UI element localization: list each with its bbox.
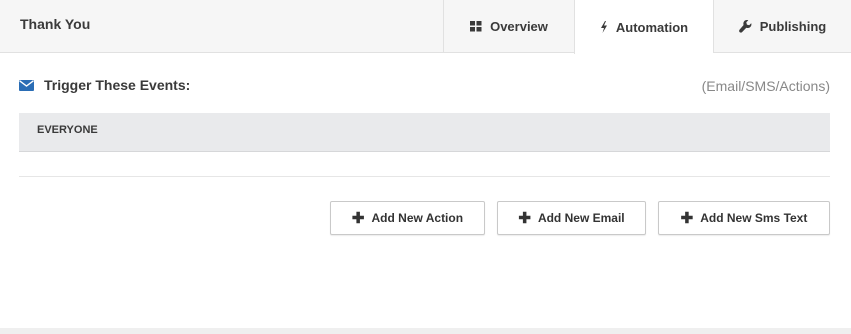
plus-icon: ✚: [680, 209, 694, 227]
envelope-icon: [19, 79, 34, 91]
add-new-action-label: Add New Action: [371, 211, 464, 225]
tab-automation-label: Automation: [615, 19, 689, 35]
trigger-events-header: Trigger These Events: (Email/SMS/Actions…: [19, 77, 830, 97]
bottom-strip: [0, 328, 851, 334]
grid-icon: [470, 21, 482, 32]
plus-icon: ✚: [518, 209, 531, 227]
wrench-icon: [738, 20, 752, 33]
add-new-email-button[interactable]: ✚ Add New Email: [497, 201, 646, 235]
bolt-icon: [600, 21, 608, 33]
page-title: Thank You: [20, 16, 91, 32]
tab-overview-label: Overview: [490, 19, 548, 34]
audience-group-label: EVERYONE: [37, 124, 98, 136]
top-bar: Thank You Overview Automation Publishing: [0, 0, 851, 54]
tab-publishing[interactable]: Publishing: [713, 0, 851, 53]
audience-group-header: EVERYONE: [19, 113, 830, 152]
plus-icon: ✚: [351, 209, 365, 227]
section-title: Trigger These Events:: [19, 77, 190, 93]
add-new-action-button[interactable]: ✚ Add New Action: [330, 201, 485, 235]
section-hint: (Email/SMS/Actions): [701, 78, 830, 94]
section-title-text: Trigger These Events:: [44, 77, 191, 93]
add-new-sms-text-button[interactable]: ✚ Add New Sms Text: [658, 201, 830, 235]
divider: [19, 176, 830, 177]
add-new-email-label: Add New Email: [537, 211, 625, 225]
add-new-sms-text-label: Add New Sms Text: [700, 211, 808, 225]
tab-bar: Overview Automation Publishing: [443, 0, 851, 54]
tab-publishing-label: Publishing: [759, 19, 827, 34]
tab-overview[interactable]: Overview: [443, 0, 574, 53]
tab-automation[interactable]: Automation: [574, 0, 713, 54]
